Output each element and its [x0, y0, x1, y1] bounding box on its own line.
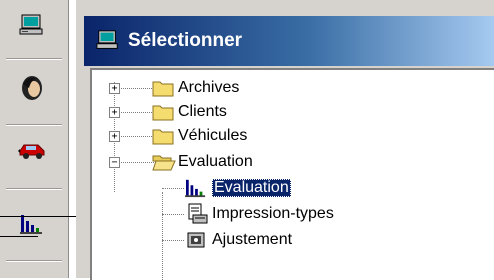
toolbar-separator — [6, 58, 62, 60]
tree-item-archives[interactable]: + Archives — [92, 76, 492, 100]
tree-item-evaluation-folder[interactable]: − Evaluation — [92, 150, 492, 174]
tree-item-clients[interactable]: + Clients — [92, 100, 492, 124]
bar-chart-icon — [185, 179, 206, 198]
toolbar-separator — [6, 124, 62, 126]
folder-open-icon — [152, 155, 176, 171]
tree-item-vehicules[interactable]: + Véhicules — [92, 124, 492, 148]
tree-item-label: Impression-types — [212, 205, 334, 222]
tree-item-label: Véhicules — [178, 127, 248, 144]
vehicles-button[interactable] — [14, 132, 50, 168]
tree-connector — [114, 112, 154, 113]
person-icon — [22, 76, 42, 100]
toolbar-separator — [6, 260, 62, 262]
folder-icon — [152, 81, 174, 97]
tree-item-label: Clients — [178, 103, 227, 120]
folder-icon — [152, 105, 174, 121]
tree-item-evaluation[interactable]: Evaluation — [92, 176, 492, 200]
folder-icon — [152, 129, 174, 145]
tree-item-label: Archives — [178, 79, 240, 96]
callout-line — [0, 236, 38, 237]
clients-button[interactable] — [14, 70, 50, 106]
tree-connector — [114, 88, 154, 89]
adjustment-icon — [187, 232, 205, 248]
tree-item-label: Evaluation — [212, 179, 291, 197]
tree-item-ajustement[interactable]: Ajustement — [92, 228, 492, 252]
panel-titlebar: Sélectionner — [84, 16, 494, 66]
toolbar-edge — [68, 0, 71, 278]
computer-icon — [96, 30, 118, 49]
computer-button[interactable] — [14, 8, 50, 44]
select-panel: Sélectionner + Archives + Clients + Véhi… — [76, 0, 494, 280]
tree-connector — [114, 162, 154, 163]
expand-toggle[interactable]: + — [109, 107, 120, 118]
tree-item-label: Ajustement — [212, 231, 293, 248]
panel-title: Sélectionner — [128, 30, 243, 51]
computer-icon — [19, 14, 43, 35]
tree-view[interactable]: + Archives + Clients + Véhicules − Evalu… — [90, 68, 494, 280]
tree-item-impression-types[interactable]: Impression-types — [92, 202, 492, 226]
tree-connector — [162, 214, 184, 215]
tree-connector — [162, 188, 184, 189]
expand-toggle[interactable]: + — [109, 131, 120, 142]
toolbar-separator — [6, 188, 62, 190]
print-template-icon — [188, 203, 208, 224]
tree-connector — [162, 240, 184, 241]
tree-item-label: Evaluation — [178, 153, 253, 170]
tree-connector — [114, 136, 154, 137]
collapse-toggle[interactable]: − — [109, 157, 120, 168]
car-icon — [18, 144, 45, 159]
expand-toggle[interactable]: + — [109, 83, 120, 94]
